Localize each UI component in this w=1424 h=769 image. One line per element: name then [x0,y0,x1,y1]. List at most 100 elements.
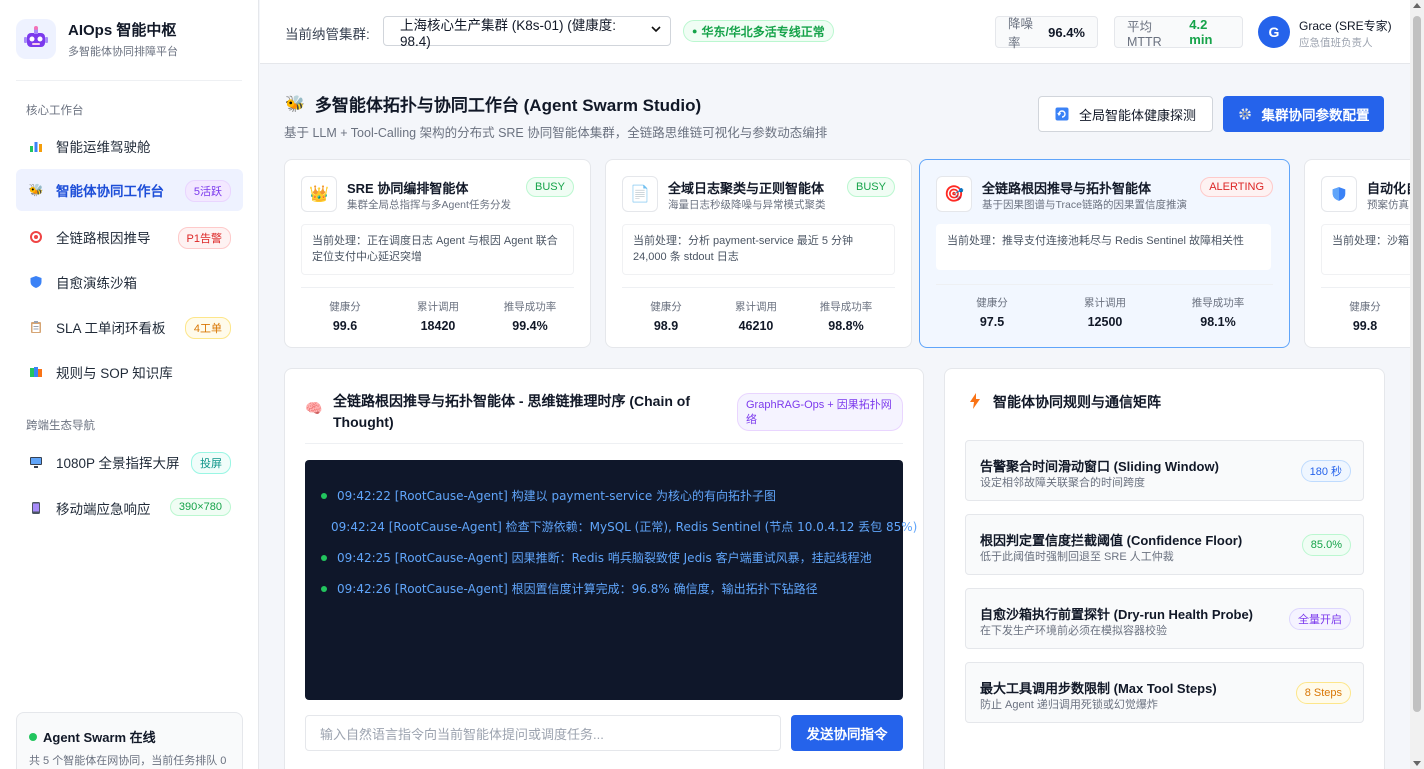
sidebar-item-sop[interactable]: 规则与 SOP 知识库 [16,351,243,393]
bar-chart-icon [28,138,44,154]
scroll-up-icon[interactable] [1413,3,1421,8]
refresh-icon [1055,107,1069,121]
rule-name: 最大工具调用步数限制 (Max Tool Steps) [980,681,1217,696]
cot-terminal: 09:42:22 [RootCause-Agent] 构建以 payment-s… [305,460,918,700]
agent-metric-health: 健康分 99.8 [1349,301,1381,333]
rule-desc: 在下发生产环境前必须在模拟容器校验 [980,625,1167,637]
sidebar-item-sla[interactable]: SLA 工单闭环看板 4工单 [16,306,243,348]
rule-value-badge[interactable]: 8 Steps [1295,682,1351,704]
agent-desc: 预案仿真 [1367,199,1409,211]
noise-value: 96.4% [1048,24,1085,40]
crown-icon: 👑 [301,176,337,212]
cluster-select[interactable]: 上海核心生产集群 (K8s-01) (健康度: 98.4) [383,16,671,49]
sidebar-item-label: 智能运维驾驶舱 [56,140,151,155]
scroll-down-icon[interactable] [1413,761,1421,766]
bee-icon: 🐝 [28,183,44,197]
cot-title: 全链路根因推导与拓扑智能体 - 思维链推理时序 (Chain of Though… [333,393,690,430]
sidebar-item-bigscreen[interactable]: 1080P 全景指挥大屏 投屏 [16,441,243,483]
sidebar-item-mobile[interactable]: 移动端应急响应 390×780 [16,487,243,529]
divider [301,287,574,288]
agent-metric-health: 健康分 99.6 [329,301,361,333]
rule-name: 根因判定置信度拦截阈值 (Confidence Floor) [980,533,1243,548]
status-badge: 390×780 [169,498,231,516]
rule-card[interactable]: 根因判定置信度拦截阈值 (Confidence Floor) 低于此阈值时强制回… [965,514,1364,575]
agent-card[interactable]: 👑 SRE 协同编排智能体 集群全局总指挥与多Agent任务分发 BUSY 当前… [284,159,591,348]
agent-card[interactable]: 自动化自愈执行智能体 预案仿真 当前处理：沙箱 健康分99.8 [1304,159,1410,348]
rule-card[interactable]: 自愈沙箱执行前置探针 (Dry-run Health Probe) 在下发生产环… [965,588,1364,649]
agent-desc: 海量日志秒级降噪与异常模式聚类 [668,199,826,211]
sidebar-item-sandbox[interactable]: 自愈演练沙箱 [16,261,243,303]
gear-icon [1238,107,1252,121]
rule-value-badge[interactable]: 全量开启 [1289,608,1351,630]
rule-value-badge[interactable]: 180 秒 [1300,460,1351,482]
cot-tag-badge: GraphRAG-Ops + 因果拓扑网络 [737,393,903,431]
divider [16,80,242,81]
noise-label: 降噪率 [1008,17,1034,50]
agent-name: SRE 协同编排智能体 [347,181,469,196]
brand-subtitle: 多智能体协同排障平台 [68,46,178,58]
target-icon [28,229,44,245]
clipboard-icon [28,319,44,335]
online-dot-icon [29,732,37,741]
agent-current-task: 当前处理：分析 payment-service 最近 5 分钟 24,000 条… [622,224,895,275]
top-header: 当前纳管集群: 上海核心生产集群 (K8s-01) (健康度: 98.4) ● … [260,0,1410,64]
mttr-value: 4.2 min [1189,17,1213,47]
sidebar: AIOps 智能中枢 多智能体协同排障平台 核心工作台 智能运维驾驶舱 🐝 智能… [0,0,259,769]
rule-desc: 防止 Agent 递归调用死锁或幻觉爆炸 [980,699,1158,711]
sidebar-item-label: 全链路根因推导 [56,231,151,246]
agent-name: 自动化自愈执行智能体 [1367,181,1410,196]
nav-section-eco: 跨端生态导航 [26,420,95,432]
status-dot-icon [321,554,327,561]
rule-value-badge[interactable]: 85.0% [1301,534,1351,556]
cluster-select-value: 上海核心生产集群 (K8s-01) (健康度: 98.4) [400,17,617,49]
agent-current-task: 当前处理：沙箱 [1321,224,1410,275]
command-input[interactable]: 输入自然语言指令向当前智能体提问或调度任务... [305,715,781,751]
agent-metric-success: 推导成功率 98.1% [1191,297,1245,329]
cluster-config-button[interactable]: 集群协同参数配置 [1223,96,1384,132]
swarm-title: Agent Swarm 在线 [43,730,156,745]
rules-panel: 智能体协同规则与通信矩阵 告警聚合时间滑动窗口 (Sliding Window)… [944,368,1385,769]
avatar[interactable]: G [1258,16,1290,48]
sidebar-item-swarm[interactable]: 🐝 智能体协同工作台 5活跃 [16,169,243,211]
sidebar-item-dashboard[interactable]: 智能运维驾驶舱 [16,125,243,167]
rule-card[interactable]: 最大工具调用步数限制 (Max Tool Steps) 防止 Agent 递归调… [965,662,1364,723]
user-name[interactable]: Grace (SRE专家) [1299,17,1392,34]
rule-name: 自愈沙箱执行前置探针 (Dry-run Health Probe) [980,607,1254,622]
sidebar-item-label: 智能体协同工作台 [56,184,164,199]
lightning-icon [969,393,981,412]
brand-title: AIOps 智能中枢 [68,22,177,39]
network-status-badge: ● 华东/华北多活专线正常 [683,20,834,42]
agent-card[interactable]: 📄 全域日志聚类与正则智能体 海量日志秒级降噪与异常模式聚类 BUSY 当前处理… [605,159,912,348]
chevron-down-icon [650,23,662,38]
monitor-icon [28,454,44,470]
cluster-label: 当前纳管集群: [285,27,370,42]
status-badge: P1告警 [177,227,231,249]
status-badge: 4工单 [184,317,231,339]
log-line: 09:42:24 [RootCause-Agent] 检查下游依赖：MySQL … [331,520,918,534]
rule-desc: 低于此阈值时强制回退至 SRE 人工仲裁 [980,551,1174,563]
noise-rate-chip: 降噪率 96.4% [995,16,1098,50]
brand: AIOps 智能中枢 多智能体协同排障平台 [16,19,178,59]
sidebar-item-label: 1080P 全景指挥大屏 [56,456,180,471]
rule-card[interactable]: 告警聚合时间滑动窗口 (Sliding Window) 设定相邻故障关联聚合的时… [965,440,1364,501]
agent-metric-success: 推导成功率 99.4% [503,301,557,333]
sidebar-item-root-cause[interactable]: 全链路根因推导 P1告警 [16,216,243,258]
agent-card-selected[interactable]: 🎯 全链路根因推导与拓扑智能体 基于因果图谱与Trace链路的因果置信度推演 A… [919,159,1290,348]
brain-icon: 🧠 [305,400,323,416]
agent-status-badge: ALERTING [1200,177,1273,197]
agent-current-task: 当前处理：正在调度日志 Agent 与根因 Agent 联合定位支付中心延迟突增 [301,224,574,275]
health-probe-button[interactable]: 全局智能体健康探测 [1038,96,1213,132]
sidebar-item-label: SLA 工单闭环看板 [56,321,166,336]
books-icon [28,364,44,380]
send-command-button[interactable]: 发送协同指令 [791,715,903,751]
agent-current-task: 当前处理：推导支付连接池耗尽与 Redis Sentinel 故障相关性 [936,224,1271,270]
agent-metric-success: 推导成功率 98.8% [819,301,873,333]
swarm-desc: 共 5 个智能体在网协同，当前任务排队 0 项，平均响应 1.2s [29,755,227,767]
scroll-thumb[interactable] [1413,16,1421,712]
agent-name: 全域日志聚类与正则智能体 [668,181,825,196]
phone-icon [28,500,44,516]
status-dot-icon: ● [692,26,698,36]
status-badge: 投屏 [191,452,231,474]
page-scrollbar[interactable] [1410,0,1424,769]
mttr-chip: 平均MTTR 4.2 min [1114,16,1243,49]
